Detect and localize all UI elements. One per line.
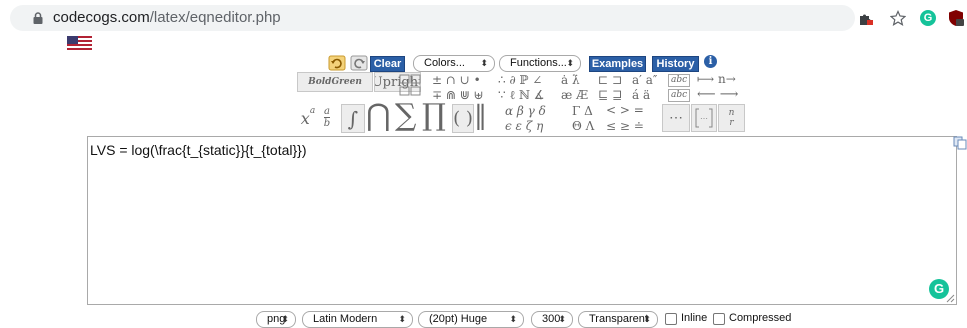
capital-greek-row-1[interactable]: Γ Δ: [572, 105, 593, 117]
format-select[interactable]: png ⬍: [256, 311, 296, 328]
fraction-button[interactable]: a b: [320, 104, 334, 130]
size-select-value: (20pt) Huge: [429, 313, 488, 325]
primes-row-2[interactable]: á ä: [632, 89, 650, 101]
abc-accent-1[interactable]: abc: [668, 74, 691, 87]
bold-style-button[interactable]: BoldGreen: [297, 72, 373, 92]
background-select-value: Transparent: [589, 313, 648, 325]
abc-accent-2[interactable]: abc: [668, 89, 691, 102]
browser-toolbar: codecogs.com/latex/eqneditor.php G: [0, 0, 967, 35]
size-select[interactable]: (20pt) Huge ⬍: [418, 311, 524, 328]
greek-row-2[interactable]: ϵ ε ζ η: [505, 120, 543, 132]
misc-symbols-row-2[interactable]: ∵ ℓ ℕ ∡: [498, 89, 545, 101]
capital-greek-row-2[interactable]: Θ Λ: [572, 120, 594, 132]
superscript-exp: a: [309, 106, 316, 116]
redo-icon[interactable]: [350, 55, 368, 71]
fraction-numerator: a: [324, 105, 330, 118]
equation-text: LVS = log(\frac{t_{static}}{t_{total}}): [90, 142, 307, 158]
accents-row-1[interactable]: ȧ λ̇: [561, 74, 580, 86]
equation-editor-textarea[interactable]: LVS = log(\frac{t_{static}}{t_{total}}): [87, 136, 957, 305]
functions-select[interactable]: Functions... ⬍: [499, 55, 581, 72]
sets-row-2[interactable]: ⊑ ⊒: [598, 89, 622, 101]
svg-text:⋯: ⋯: [700, 114, 708, 123]
lock-icon: [33, 12, 43, 24]
url-path: /latex/eqneditor.php: [149, 9, 281, 26]
clear-button[interactable]: Clear: [370, 56, 405, 72]
arrows-row-2[interactable]: ⟵ ⟶: [697, 88, 738, 101]
inline-label: Inline: [681, 312, 708, 324]
undo-icon[interactable]: [328, 55, 346, 71]
ublock-icon[interactable]: [946, 8, 966, 28]
font-select-value: Latin Modern: [313, 313, 378, 325]
select-arrow-icon: ⬍: [509, 314, 517, 324]
dots-matrix-button[interactable]: ⋯: [662, 104, 690, 132]
select-arrow-icon: ⬍: [566, 58, 574, 68]
background-select[interactable]: Transparent ⬍: [578, 311, 658, 328]
language-flag-icon[interactable]: [67, 36, 92, 50]
big-cap-button[interactable]: ⋂: [366, 101, 391, 131]
operators-row-1[interactable]: ± ∩ ∪ •: [432, 74, 481, 86]
relations-row-2[interactable]: ≤ ≥ ≐: [606, 120, 644, 132]
colors-select[interactable]: Colors... ⬍: [413, 55, 495, 72]
examples-button[interactable]: Examples: [589, 56, 646, 72]
relations-row-1[interactable]: < > =: [606, 104, 644, 116]
product-button[interactable]: ∏: [422, 101, 446, 131]
integral-button[interactable]: ∫: [341, 104, 365, 133]
dpi-select[interactable]: 300 ⬍: [531, 311, 573, 328]
history-button[interactable]: History: [652, 56, 699, 72]
sum-button[interactable]: ∑: [395, 101, 416, 131]
binomial-bottom: r: [729, 118, 734, 128]
inline-checkbox[interactable]: [665, 313, 677, 325]
select-arrow-icon: ⬍: [558, 314, 566, 324]
grammarly-icon[interactable]: G: [918, 8, 938, 28]
info-icon[interactable]: i: [704, 55, 717, 68]
puzzle-extension-icon[interactable]: [856, 8, 876, 28]
arrows-row-1[interactable]: ⟼ n→: [697, 73, 736, 85]
binomial-button[interactable]: n r: [718, 104, 745, 132]
url-host: codecogs.com: [53, 9, 150, 26]
copy-icon[interactable]: [953, 136, 967, 150]
norm-button[interactable]: ‖: [474, 103, 487, 129]
primes-row-1[interactable]: a′ a″: [632, 74, 657, 86]
resize-handle-icon[interactable]: [946, 294, 955, 303]
functions-select-value: Functions...: [510, 57, 567, 69]
greek-row-1[interactable]: α β γ δ: [505, 105, 546, 117]
superscript-button[interactable]: xa: [297, 106, 319, 130]
accents-row-2[interactable]: æ Æ: [561, 89, 588, 101]
compressed-label: Compressed: [729, 312, 792, 324]
matrix-brackets-button[interactable]: ⋯: [691, 104, 717, 132]
fraction-denominator: b: [323, 117, 331, 129]
select-arrow-icon: ⬍: [643, 314, 651, 324]
bookmark-star-icon[interactable]: [888, 8, 908, 28]
layout-symbols-button[interactable]: [398, 72, 424, 100]
select-arrow-icon: ⬍: [398, 314, 406, 324]
superscript-base: x: [300, 108, 310, 128]
compressed-checkbox[interactable]: [713, 313, 725, 325]
sets-row-1[interactable]: ⊏ ⊐: [598, 74, 622, 86]
colors-select-value: Colors...: [424, 57, 465, 69]
parentheses-button[interactable]: ( ): [452, 104, 474, 133]
font-select[interactable]: Latin Modern ⬍: [302, 311, 413, 328]
select-arrow-icon: ⬍: [480, 58, 488, 68]
url-text[interactable]: codecogs.com/latex/eqneditor.php: [53, 9, 281, 26]
binomial-top: n: [728, 108, 735, 118]
misc-symbols-row-1[interactable]: ∴ ∂ ℙ ∠: [498, 74, 542, 86]
select-arrow-icon: ⬍: [281, 314, 289, 324]
